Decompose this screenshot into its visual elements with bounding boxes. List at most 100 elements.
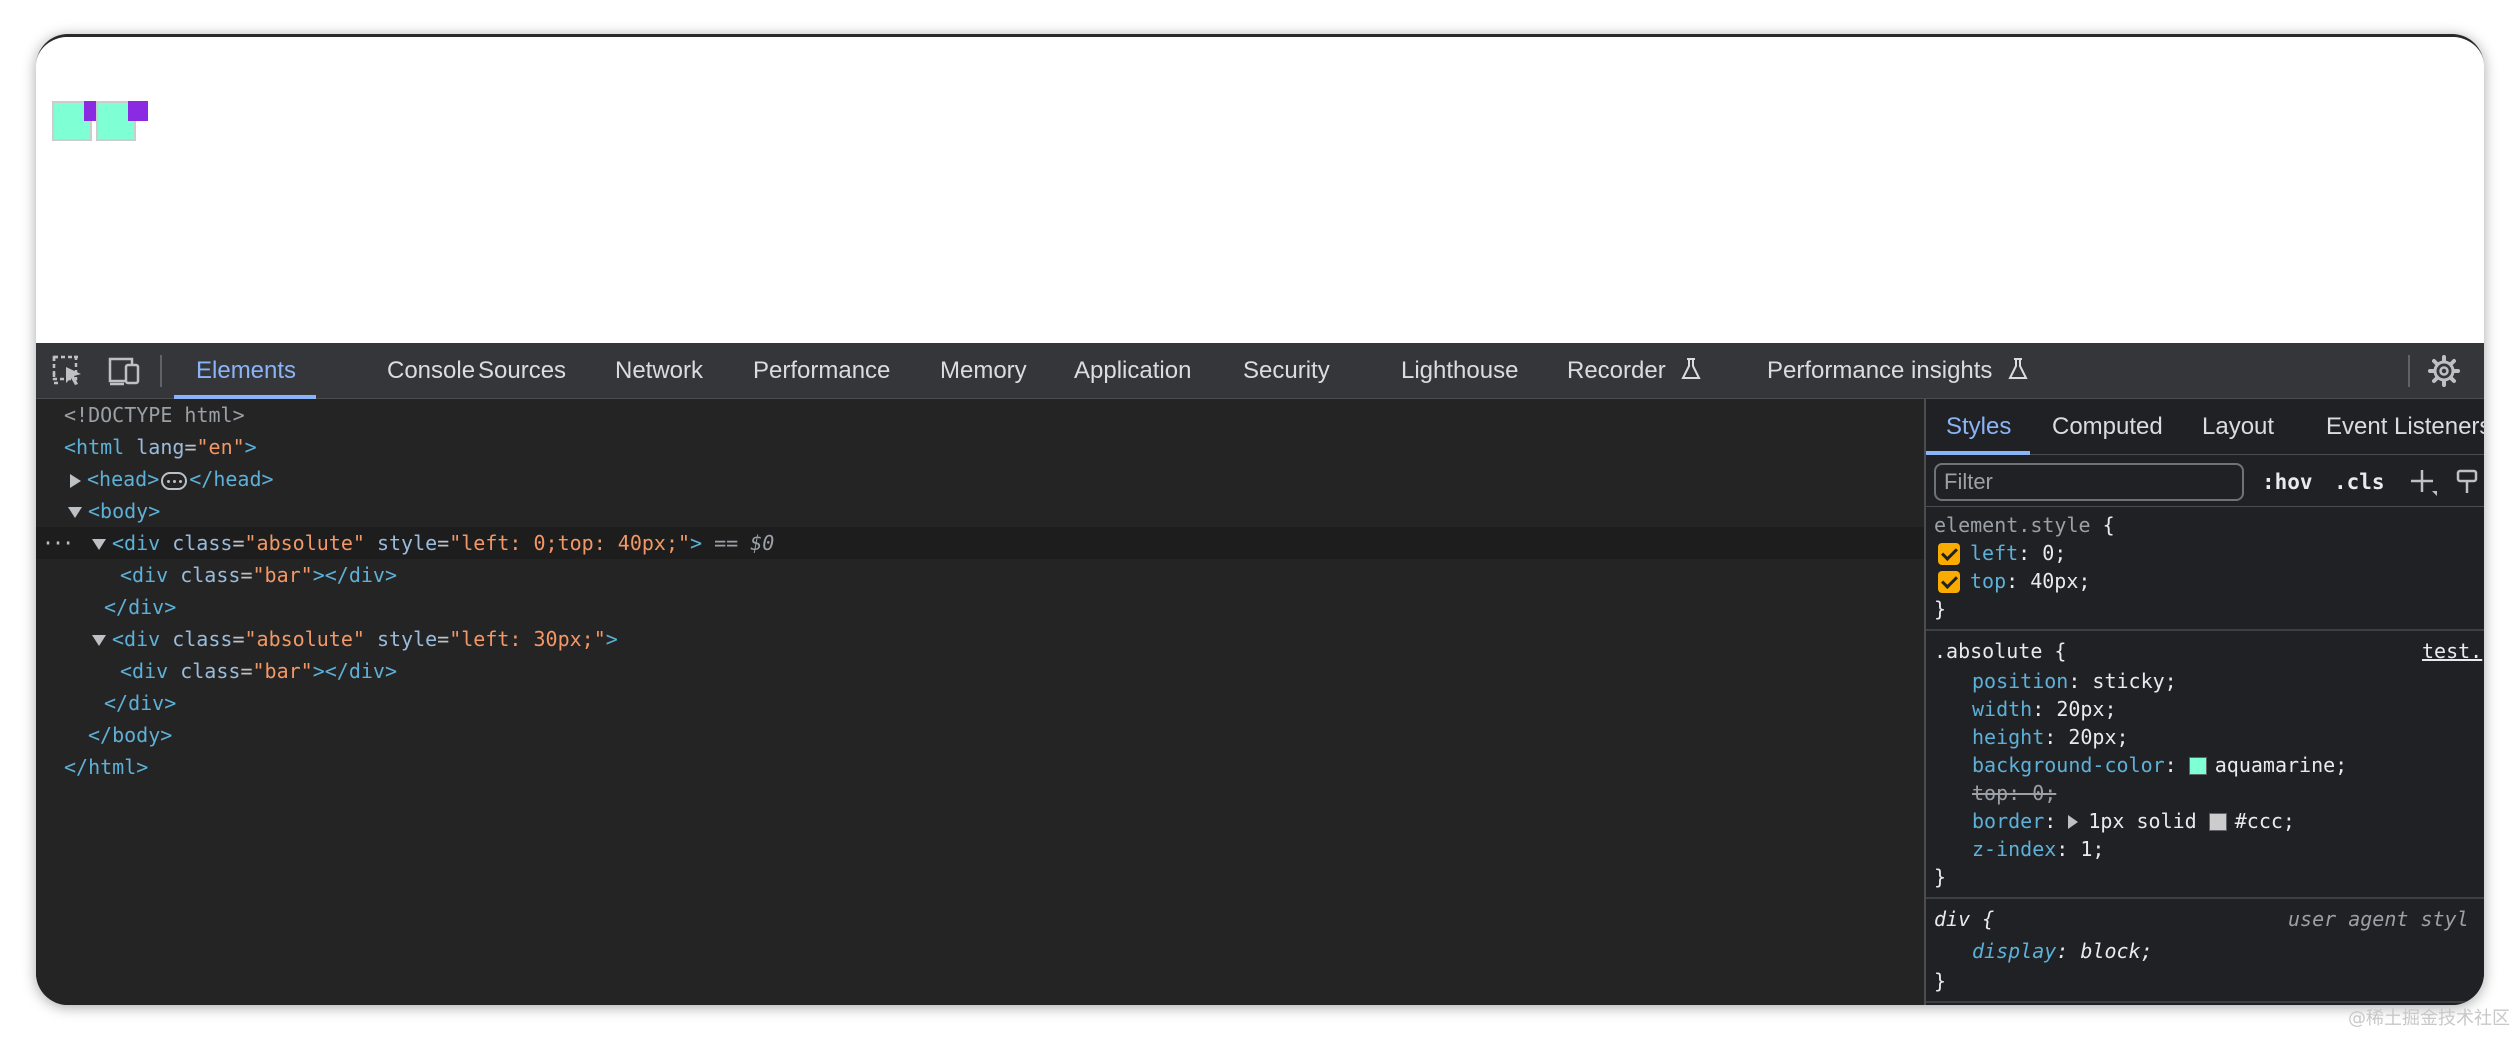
property-name[interactable]: height — [1972, 725, 2044, 749]
color-swatch-icon[interactable] — [2188, 757, 2207, 775]
style-attr: style — [376, 531, 438, 555]
tab-console[interactable]: Console — [387, 343, 475, 399]
expand-shorthand-icon[interactable] — [2068, 815, 2079, 829]
rule-selector[interactable]: element.style { — [1934, 511, 2115, 539]
more-actions-icon[interactable]: ··· — [42, 527, 74, 559]
property-name[interactable]: top — [1970, 569, 2006, 593]
rule-separator — [1926, 1001, 2484, 1003]
head-open-tag: <head> — [87, 467, 160, 491]
declaration-background-color[interactable]: background-color: aquamarine; — [1972, 751, 2347, 779]
declaration-position[interactable]: position: sticky; — [1972, 667, 2177, 695]
cls-button[interactable]: .cls — [2334, 465, 2385, 499]
inspect-element-icon[interactable] — [50, 353, 86, 389]
property-value[interactable]: sticky; — [2092, 669, 2176, 693]
declaration-width[interactable]: width: 20px; — [1972, 695, 2117, 723]
property-value[interactable]: 20px; — [2068, 725, 2128, 749]
style-value: "left: 0;top: 40px;" — [449, 531, 691, 555]
dom-node-html[interactable]: <html lang="en"> — [36, 431, 1924, 463]
tab-styles[interactable]: Styles — [1946, 399, 2011, 455]
tab-computed[interactable]: Computed — [2052, 399, 2163, 455]
property-name[interactable]: width — [1972, 697, 2032, 721]
div-close-tag: </div> — [324, 659, 397, 683]
property-name[interactable]: display — [1972, 939, 2056, 963]
property-value[interactable]: 1px solid — [2088, 809, 2196, 833]
property-name[interactable]: background-color — [1972, 753, 2165, 777]
selected-node-marker: == $0 — [714, 531, 775, 555]
tab-performance[interactable]: Performance — [753, 343, 890, 399]
property-name[interactable]: position — [1972, 669, 2068, 693]
device-toolbar-icon[interactable] — [106, 353, 142, 389]
property-name[interactable]: border — [1972, 809, 2044, 833]
rule-selector[interactable]: .absolute { — [1934, 637, 2066, 665]
dom-node-body-close[interactable]: </body> — [36, 719, 1924, 751]
declaration-display[interactable]: display: block; — [1972, 937, 2153, 965]
property-value[interactable]: aquamarine; — [2215, 753, 2347, 777]
sidebar-tabs: Styles Computed Layout Event Listeners — [1926, 399, 2484, 455]
dom-node-html-close[interactable]: </html> — [36, 751, 1924, 783]
property-value[interactable]: 20px; — [2056, 697, 2116, 721]
collapse-triangle-icon[interactable] — [92, 635, 106, 646]
dom-node-body[interactable]: <body> — [36, 495, 1924, 527]
rule-selector[interactable]: div { — [1934, 905, 1994, 933]
tab-recorder[interactable]: Recorder — [1567, 343, 1702, 399]
class-attr: class — [180, 563, 241, 587]
html-lang-value: "en" — [196, 435, 245, 459]
computed-styles-toggle-icon[interactable] — [2454, 467, 2484, 497]
style-value: "left: 30px;" — [449, 627, 606, 651]
property-value[interactable]: block; — [2080, 939, 2152, 963]
dom-node-doctype[interactable]: <!DOCTYPE html> — [36, 399, 1924, 431]
property-value[interactable]: #ccc; — [2235, 809, 2295, 833]
declaration-checkbox[interactable] — [1938, 543, 1960, 565]
property-value[interactable]: 0; — [2042, 541, 2066, 565]
bar-2 — [128, 101, 148, 121]
hov-button[interactable]: :hov — [2262, 465, 2313, 499]
div-open-tag: <div — [120, 659, 169, 683]
tab-elements[interactable]: Elements — [196, 343, 296, 399]
tab-security[interactable]: Security — [1243, 343, 1330, 399]
toolbar-separator — [2408, 355, 2410, 387]
dom-node-head[interactable]: <head> </head> — [36, 463, 1924, 495]
body-close-tag: </body> — [88, 723, 173, 747]
property-name[interactable]: left — [1970, 541, 2018, 565]
class-attr: class — [172, 531, 233, 555]
declaration-height[interactable]: height: 20px; — [1972, 723, 2129, 751]
dom-node-div-bar-2[interactable]: <div class="bar"></div> — [36, 655, 1924, 687]
div-open-tag: <div — [120, 563, 169, 587]
declaration-left[interactable]: left: 0; — [1938, 539, 2066, 567]
tab-sources[interactable]: Sources — [478, 343, 566, 399]
stylesheet-source-link[interactable]: test. — [2422, 637, 2482, 665]
expand-triangle-icon[interactable] — [70, 473, 81, 488]
dom-node-div-close-2[interactable]: </div> — [36, 687, 1924, 719]
open-brace: { — [1970, 907, 1995, 931]
tab-layout[interactable]: Layout — [2202, 399, 2274, 455]
declaration-checkbox[interactable] — [1938, 571, 1960, 593]
property-value[interactable]: 1; — [2080, 837, 2104, 861]
declaration-border[interactable]: border: 1px solid #ccc; — [1972, 807, 2295, 835]
tab-event-listeners[interactable]: Event Listeners — [2326, 399, 2484, 455]
collapse-triangle-icon[interactable] — [68, 507, 82, 518]
styles-filter-input[interactable] — [1934, 463, 2244, 501]
dom-node-div-absolute-2[interactable]: <div class="absolute" style="left: 30px;… — [36, 623, 1924, 655]
collapse-triangle-icon[interactable] — [92, 539, 106, 550]
dom-node-div-bar-1[interactable]: <div class="bar"></div> — [36, 559, 1924, 591]
tab-network[interactable]: Network — [615, 343, 703, 399]
declaration-top-overridden[interactable]: top: 0; — [1972, 779, 2056, 807]
collapsed-ellipsis-icon[interactable] — [161, 471, 188, 490]
tab-lighthouse[interactable]: Lighthouse — [1401, 343, 1518, 399]
add-rule-icon[interactable] — [2408, 467, 2438, 497]
div-close-tag: </div> — [324, 563, 397, 587]
color-swatch-icon[interactable] — [2208, 813, 2227, 831]
gear-icon[interactable] — [2426, 353, 2462, 389]
dom-node-div-absolute-1[interactable]: ··· <div class="absolute" style="left: 0;… — [36, 527, 1924, 559]
declaration-top[interactable]: top: 40px; — [1938, 567, 2090, 595]
declaration-z-index[interactable]: z-index: 1; — [1972, 835, 2104, 863]
tab-application[interactable]: Application — [1074, 343, 1191, 399]
close-brace: } — [1934, 865, 1947, 889]
html-close-bracket: > — [244, 435, 257, 459]
property-name[interactable]: z-index — [1972, 837, 2056, 861]
dom-node-div-close-1[interactable]: </div> — [36, 591, 1924, 623]
property-value[interactable]: 40px; — [2030, 569, 2090, 593]
tab-memory[interactable]: Memory — [940, 343, 1027, 399]
body-open-tag: <body> — [88, 499, 161, 523]
tab-performance-insights[interactable]: Performance insights — [1767, 343, 2029, 399]
